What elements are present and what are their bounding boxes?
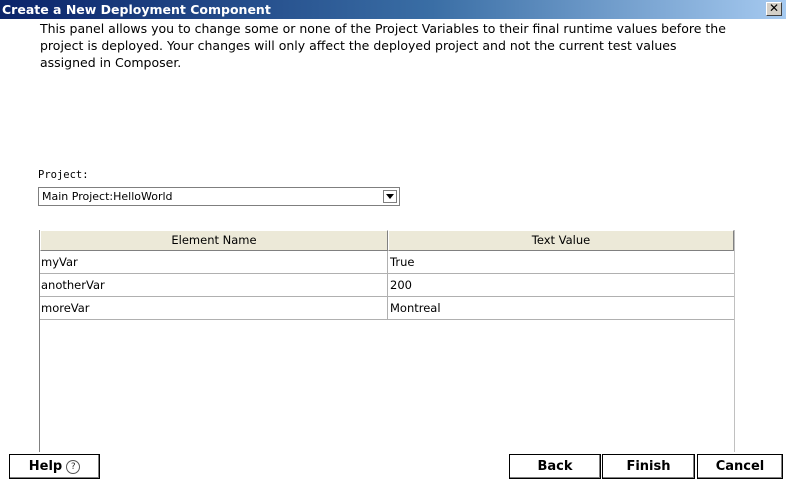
table-row[interactable]: myVar True — [40, 251, 734, 274]
chevron-down-icon[interactable] — [383, 190, 397, 203]
help-button[interactable]: Help? — [9, 454, 100, 479]
text-value-cell[interactable]: 200 — [389, 274, 734, 296]
element-name-cell: moreVar — [40, 297, 388, 319]
description-text: This panel allows you to change some or … — [40, 20, 782, 71]
column-header-element-name[interactable]: Element Name — [40, 230, 388, 251]
help-circle-icon: ? — [66, 460, 81, 474]
close-button[interactable]: ✕ — [766, 2, 782, 16]
element-name-cell: anotherVar — [40, 274, 388, 296]
element-name-cell: myVar — [40, 251, 388, 273]
window-title: Create a New Deployment Component — [2, 2, 271, 17]
cancel-button[interactable]: Cancel — [697, 454, 783, 479]
description-line: project is deployed. Your changes will o… — [40, 38, 677, 53]
project-select[interactable]: Main Project:HelloWorld — [38, 187, 400, 206]
title-bar: Create a New Deployment Component ✕ — [0, 0, 786, 19]
text-value-cell[interactable]: True — [389, 251, 734, 273]
column-header-text-value[interactable]: Text Value — [388, 230, 734, 251]
back-button[interactable]: Back — [509, 454, 601, 479]
close-icon: ✕ — [768, 1, 780, 15]
table-row[interactable]: anotherVar 200 — [40, 274, 734, 297]
variables-table: Element Name Text Value myVar True anoth… — [39, 230, 735, 452]
finish-button[interactable]: Finish — [602, 454, 695, 479]
project-label: Project: — [38, 169, 89, 181]
table-row[interactable]: moreVar Montreal — [40, 297, 734, 320]
description-line: assigned in Composer. — [40, 55, 182, 70]
help-label: Help — [28, 459, 63, 474]
text-value-cell[interactable]: Montreal — [389, 297, 734, 319]
description-line: This panel allows you to change some or … — [40, 21, 726, 36]
project-select-value: Main Project:HelloWorld — [42, 190, 173, 203]
